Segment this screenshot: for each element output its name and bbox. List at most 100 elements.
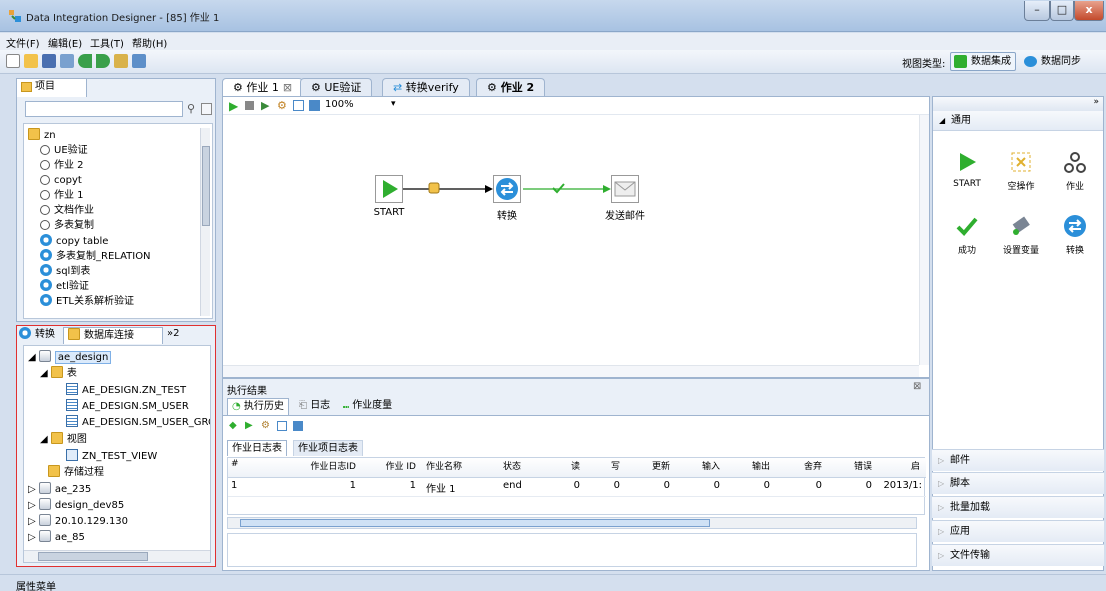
tab-job-item-log-table[interactable]: 作业项日志表	[293, 440, 363, 456]
palette-success[interactable]: 成功	[937, 213, 997, 256]
scroll-thumb[interactable]	[38, 552, 148, 561]
tab-job-2[interactable]: ⚙ 作业 2	[476, 78, 546, 97]
tab-job-log-table[interactable]: 作业日志表	[227, 440, 287, 456]
view-item[interactable]: ZN_TEST_VIEW	[66, 449, 157, 464]
redo-icon[interactable]	[96, 54, 110, 68]
close-button[interactable]: x	[1074, 1, 1104, 21]
canvas-hscrollbar[interactable]	[223, 365, 919, 377]
view-integration-button[interactable]: 数据集成	[950, 52, 1016, 71]
minimize-button[interactable]: –	[1024, 1, 1050, 21]
tab-transform-verify[interactable]: ⇄ 转换verify	[382, 78, 470, 97]
export-icon[interactable]	[132, 54, 146, 68]
save-all-icon[interactable]	[60, 54, 74, 68]
db-root[interactable]: ◢ ae_design	[28, 350, 112, 365]
lock-icon[interactable]	[428, 182, 440, 194]
undo-icon[interactable]	[78, 54, 92, 68]
tab-db-connection[interactable]: 数据库连接	[63, 327, 163, 344]
menu-tools[interactable]: 工具(T)	[90, 35, 124, 50]
palette-job[interactable]: 作业	[1045, 149, 1105, 192]
menu-edit[interactable]: 编辑(E)	[48, 35, 82, 50]
project-tab[interactable]: 项目	[17, 79, 87, 97]
tree-root[interactable]: zn	[28, 128, 56, 143]
view-sync-button[interactable]: 数据同步	[1020, 52, 1082, 71]
column-header[interactable]: 作业 ID	[360, 459, 416, 472]
db-connection-item[interactable]: ▷ ae_235	[28, 482, 91, 497]
table-hscrollbar[interactable]	[227, 517, 917, 529]
mail-node[interactable]	[611, 175, 639, 203]
menu-help[interactable]: 帮助(H)	[132, 35, 167, 50]
import-icon[interactable]	[114, 54, 128, 68]
db-connection-item[interactable]: ▷ ae_85	[28, 530, 85, 545]
views-node[interactable]: ◢ 视图	[40, 432, 87, 447]
close-panel-icon[interactable]: ⊠	[913, 381, 921, 392]
transform-node[interactable]	[493, 175, 521, 203]
list-item[interactable]: 多表复制_RELATION	[40, 249, 151, 264]
run-log-icon[interactable]: ▶	[245, 420, 253, 431]
search-icon[interactable]: ⚲	[187, 102, 195, 115]
menu-file[interactable]: 文件(F)	[6, 35, 40, 50]
refresh-icon[interactable]: ◆	[229, 420, 237, 431]
list-item[interactable]: sql到表	[40, 264, 90, 279]
column-header[interactable]: 读	[560, 459, 580, 472]
tab-log[interactable]: ⎗ 日志	[295, 398, 334, 415]
list-item[interactable]: 作业 2	[40, 159, 84, 173]
filter-icon[interactable]: ⚙	[261, 420, 270, 431]
db-connection-item[interactable]: ▷ design_dev85	[28, 498, 124, 513]
procedures-node[interactable]: 存储过程	[48, 465, 104, 480]
project-search-input[interactable]	[25, 101, 183, 117]
tab-ue-verify[interactable]: ⚙ UE验证	[300, 78, 373, 97]
project-scrollbar[interactable]	[200, 128, 210, 316]
list-item[interactable]: copyt	[40, 174, 82, 188]
db-tree-hscrollbar[interactable]	[24, 550, 210, 562]
list-item[interactable]: etl验证	[40, 279, 89, 294]
palette-noop[interactable]: 空操作	[991, 149, 1051, 192]
start-node[interactable]	[375, 175, 403, 203]
column-header[interactable]: 作业日志ID	[272, 459, 356, 472]
tab-job-1[interactable]: ⚙ 作业 1 ⊠	[222, 78, 304, 97]
table-item[interactable]: AE_DESIGN.SM_USER_GRC	[66, 415, 210, 430]
new-file-icon[interactable]	[6, 54, 20, 68]
open-folder-icon[interactable]	[24, 54, 38, 68]
scroll-thumb[interactable]	[202, 146, 210, 226]
column-header[interactable]: 错误	[842, 459, 872, 472]
list-item[interactable]: 作业 1	[40, 189, 84, 203]
column-header[interactable]: 写	[600, 459, 620, 472]
list-item[interactable]: UE验证	[40, 144, 88, 158]
palette-set-variable[interactable]: 设置变量	[991, 213, 1051, 256]
column-header[interactable]: 状态	[503, 459, 533, 472]
maximize-button[interactable]: □	[1050, 1, 1074, 21]
column-header[interactable]: 启	[898, 459, 920, 472]
column-header[interactable]: 输入	[690, 459, 720, 472]
job-canvas[interactable]: ▶ ▶ ⚙ 100% ▾ START 转换 发送邮件	[222, 96, 930, 378]
table-item[interactable]: AE_DESIGN.SM_USER	[66, 399, 189, 414]
canvas-vscrollbar[interactable]	[919, 115, 929, 365]
save-icon[interactable]	[42, 54, 56, 68]
column-header[interactable]: #	[231, 459, 243, 469]
palette-section-general[interactable]: ◢ 通用	[933, 111, 1103, 131]
palette-section-app[interactable]: ▷ 应用	[932, 520, 1104, 542]
palette-section-script[interactable]: ▷ 脚本	[932, 472, 1104, 494]
column-header[interactable]: 作业名称	[426, 459, 476, 472]
palette-section-bulk-load[interactable]: ▷ 批量加载	[932, 496, 1104, 518]
tab-transform[interactable]: 转换	[19, 327, 55, 344]
palette-section-mail[interactable]: ▷ 邮件	[932, 449, 1104, 471]
scroll-thumb[interactable]	[240, 519, 710, 527]
palette-transform[interactable]: 转换	[1045, 213, 1105, 256]
collapse-icon[interactable]	[201, 103, 212, 115]
list-item[interactable]: 多表复制	[40, 219, 94, 233]
close-tab-icon[interactable]: ⊠	[283, 81, 292, 94]
tab-exec-history[interactable]: ◔ 执行历史	[227, 398, 289, 415]
tab-job-metrics[interactable]: ⑉ 作业度量	[339, 398, 396, 415]
list-item[interactable]: ETL关系解析验证	[40, 294, 134, 309]
list-item[interactable]: 文档作业	[40, 204, 94, 218]
more-tabs-button[interactable]: »2	[167, 326, 179, 342]
column-header[interactable]: 舍弃	[792, 459, 822, 472]
list-item[interactable]: copy table	[40, 234, 108, 249]
column-header[interactable]: 输出	[740, 459, 770, 472]
column-header[interactable]: 更新	[640, 459, 670, 472]
db-connection-item[interactable]: ▷ 20.10.129.130	[28, 514, 128, 529]
palette-start[interactable]: START	[937, 149, 997, 189]
clear-log-icon[interactable]	[293, 421, 303, 431]
log-detail-area[interactable]	[227, 533, 917, 567]
palette-section-file-transfer[interactable]: ▷ 文件传输	[932, 544, 1104, 566]
